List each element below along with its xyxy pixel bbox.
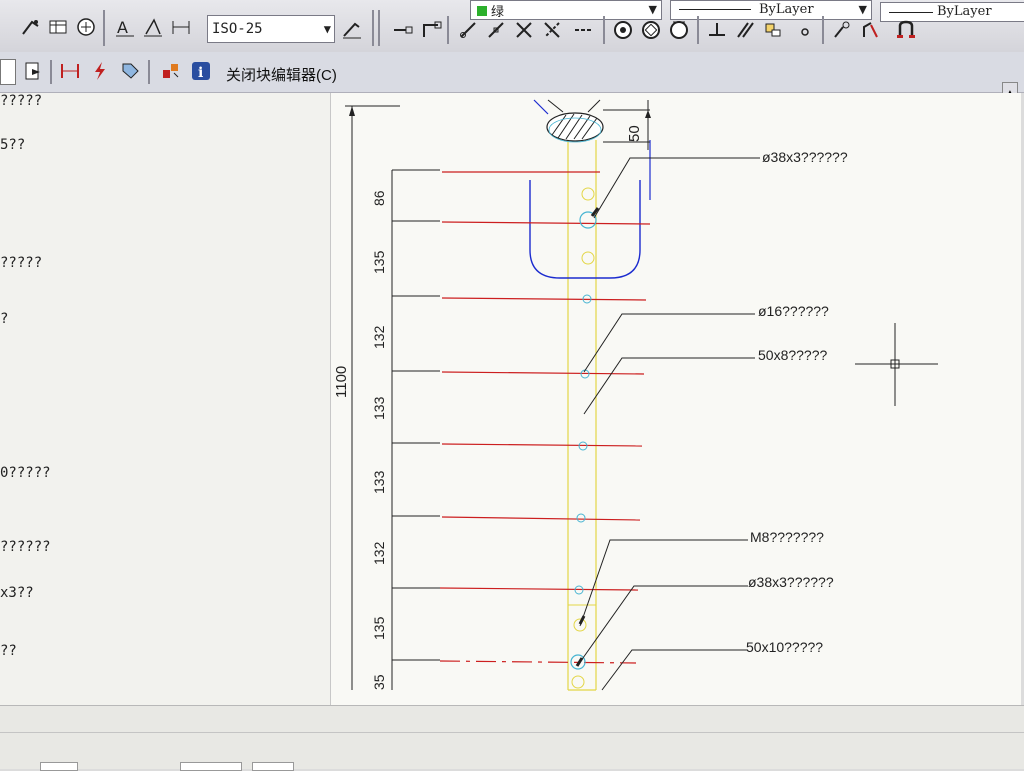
panel-row: ?	[0, 311, 9, 327]
dim-segment: 86	[371, 190, 387, 206]
label-bolt: M8???????	[750, 529, 824, 545]
chevron-down-icon: ▼	[323, 22, 331, 36]
dim-segment: 35	[371, 674, 387, 690]
snap-nearest-icon[interactable]	[829, 17, 855, 43]
dimension-update-icon[interactable]	[339, 16, 365, 42]
info-icon[interactable]: i	[188, 58, 214, 84]
dim-segment: 135	[371, 250, 387, 274]
crosshair-cursor	[855, 323, 938, 406]
properties-panel: ????? 5?? ????? ? 0????? ?????? x3?? ??	[0, 93, 331, 705]
label-pipe-top: ø38x3??????	[762, 149, 848, 165]
snap-none-icon[interactable]	[857, 17, 883, 43]
status-field[interactable]	[252, 762, 294, 771]
dim-segment: 133	[371, 470, 387, 494]
label-rod: ø16??????	[758, 303, 829, 319]
snap-parallel-icon[interactable]	[732, 17, 758, 43]
chevron-down-icon: ▼	[648, 3, 657, 16]
attribute-definition-icon[interactable]	[117, 58, 143, 84]
dim-segment: 132	[371, 541, 387, 565]
snap-quadrant-icon[interactable]	[638, 17, 664, 43]
snap-extension-icon[interactable]	[539, 17, 565, 43]
block-editor-toolbar: i 关闭块编辑器(C)	[0, 52, 1024, 93]
dimension-style-icon[interactable]	[140, 14, 166, 40]
snap-settings-icon[interactable]	[893, 17, 919, 43]
snap-apparent-icon[interactable]	[483, 17, 509, 43]
panel-row: ?????	[0, 255, 43, 271]
panel-row: 5??	[0, 137, 26, 153]
center-mark-icon[interactable]	[73, 14, 99, 40]
svg-text:i: i	[198, 65, 203, 81]
panel-row: 0?????	[0, 465, 51, 481]
dim-segment: 132	[371, 325, 387, 349]
status-field[interactable]	[180, 762, 242, 771]
snap-intersection-icon[interactable]	[455, 17, 481, 43]
status-field[interactable]	[40, 762, 78, 771]
label-plate-8: 50x8?????	[758, 347, 828, 363]
panel-row: ?????	[0, 93, 43, 109]
panel-row: ??????	[0, 539, 51, 555]
segment-dimensions: 86 135 132 133 133 132 135 35	[371, 190, 387, 690]
label-plate-10: 50x10?????	[746, 639, 823, 655]
layer-color-swatch	[477, 6, 487, 16]
label-pipe-bottom: ø38x3??????	[748, 574, 834, 590]
panel-row: x3??	[0, 585, 34, 601]
dim-segment: 133	[371, 396, 387, 420]
holes	[570, 211, 597, 670]
snap-node-icon[interactable]	[792, 17, 818, 43]
dim-overall: 1100	[333, 366, 350, 398]
snap-midpoint-icon[interactable]	[418, 17, 444, 43]
dimstyle-select[interactable]: ISO-25 ▼	[207, 15, 335, 43]
snap-cross-icon[interactable]	[511, 17, 537, 43]
text-style-icon[interactable]: A	[112, 14, 138, 40]
member-outline	[567, 140, 597, 691]
pipe-section	[546, 99, 604, 143]
leader-labels: ø38x3?????? ø16?????? 50x8????? M8??????…	[746, 149, 848, 655]
top-dimension: 50	[603, 100, 651, 150]
dim-top: 50	[626, 125, 643, 142]
table-icon[interactable]	[45, 14, 71, 40]
multileader-icon[interactable]	[18, 14, 44, 40]
command-line-area[interactable]	[0, 705, 1024, 771]
drawing-canvas[interactable]: 1100 50 86 135 132 133 133 132 135 35 ø3…	[331, 93, 1021, 705]
toolbar-top: A ISO-25 ▼ 绿 ▼ ByLayer ▼ ByLayer	[0, 0, 1024, 53]
overall-dimension: 1100	[333, 105, 400, 690]
snap-tangent-icon[interactable]	[666, 17, 692, 43]
snap-center-icon[interactable]	[610, 17, 636, 43]
parameter-icon[interactable]	[57, 58, 83, 84]
block-name-field[interactable]	[0, 59, 16, 85]
snap-insert-icon[interactable]	[760, 17, 786, 43]
station-lines	[392, 169, 651, 664]
panel-row: ??	[0, 643, 17, 659]
dim-linear-icon[interactable]	[168, 14, 194, 40]
snap-line-icon[interactable]	[571, 17, 597, 43]
leaders	[575, 157, 760, 691]
authoring-palettes-icon[interactable]	[158, 58, 184, 84]
drawing-svg: 1100 50 86 135 132 133 133 132 135 35 ø3…	[333, 99, 938, 691]
chevron-down-icon: ▼	[858, 3, 867, 16]
close-block-editor-button[interactable]: 关闭块编辑器(C)	[226, 64, 337, 85]
dim-segment: 135	[371, 616, 387, 640]
snap-endpoint-icon[interactable]	[390, 17, 416, 43]
action-icon[interactable]	[87, 58, 113, 84]
svg-text:A: A	[117, 18, 128, 37]
snap-perpendicular-icon[interactable]	[704, 17, 730, 43]
save-block-icon[interactable]	[20, 58, 46, 84]
